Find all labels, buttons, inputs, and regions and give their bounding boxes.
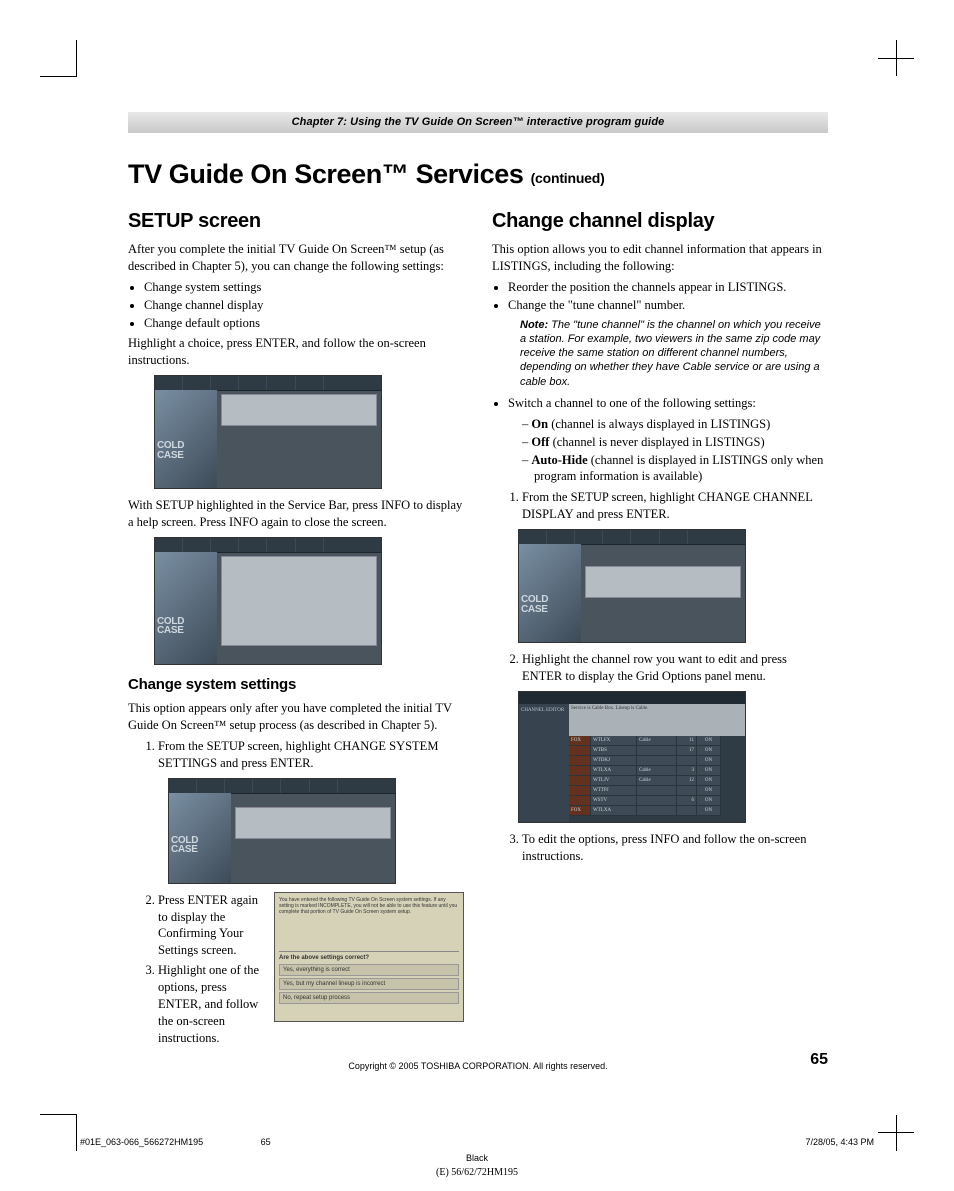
left-column: SETUP screen After you complete the init…: [128, 204, 464, 1051]
grid-row: WTLXACable3ON: [569, 766, 745, 776]
screenshot-confirm-settings: You have entered the following TV Guide …: [274, 892, 464, 1022]
setup-bullets: Change system settings Change channel di…: [128, 279, 464, 332]
change-system-intro: This option appears only after you have …: [128, 700, 464, 734]
bullet-item: Change default options: [144, 315, 464, 332]
title-continued: (continued): [531, 170, 605, 186]
bullet-item: Change system settings: [144, 279, 464, 296]
dash-item: Off (channel is never displayed in LISTI…: [522, 434, 828, 451]
chapter-bar: Chapter 7: Using the TV Guide On Screen™…: [128, 112, 828, 133]
change-channel-steps-2: Highlight the channel row you want to ed…: [492, 651, 828, 685]
dash-item: Auto-Hide (channel is displayed in LISTI…: [522, 452, 828, 486]
ss-label-cold-case: COLD CASE: [157, 617, 184, 636]
crop-mark-tr: [878, 40, 914, 76]
bullet-item: Change the "tune channel" number.: [508, 297, 828, 314]
step-item: Press ENTER again to display the Confirm…: [158, 892, 268, 960]
change-channel-steps-3: To edit the options, press INFO and foll…: [492, 831, 828, 865]
step-item: From the SETUP screen, highlight CHANGE …: [158, 738, 464, 772]
footer-black: Black: [80, 1153, 874, 1163]
setup-info-text: With SETUP highlighted in the Service Ba…: [128, 497, 464, 531]
confirm-option: Yes, everything is correct: [279, 964, 459, 976]
grid-row: WSTV6ON: [569, 796, 745, 806]
grid-row: WTLJVCable12ON: [569, 776, 745, 786]
ss-label-cold-case: COLD CASE: [157, 441, 184, 460]
grid-row: FOXWTLXAON: [569, 806, 745, 816]
footer-right: 7/28/05, 4:43 PM: [805, 1137, 874, 1147]
screenshot-setup-info: COLD CASE: [154, 537, 382, 665]
step-item: Highlight one of the options, press ENTE…: [158, 962, 268, 1046]
step-item: Highlight the channel row you want to ed…: [522, 651, 828, 685]
screenshot-channel-editor: COLD CASE: [518, 529, 746, 643]
screenshot-change-system: COLD CASE: [168, 778, 396, 884]
step-item: From the SETUP screen, highlight CHANGE …: [522, 489, 828, 523]
footer-left: #01E_063-066_566272HM195 65: [80, 1137, 271, 1147]
grid-row: WTDKJON: [569, 756, 745, 766]
confirm-option: No, repeat setup process: [279, 992, 459, 1004]
screenshot-grid-options: CHANNEL EDITOR Service is Cable Box. Lin…: [518, 691, 746, 823]
switch-options: On (channel is always displayed in LISTI…: [522, 416, 828, 486]
bullet-item: Reorder the position the channels appear…: [508, 279, 828, 296]
note-tune-channel: Note: The "tune channel" is the channel …: [520, 318, 828, 389]
footer-meta: #01E_063-066_566272HM195 65 7/28/05, 4:4…: [80, 1137, 874, 1147]
grid-row: FOXWTLFXCable11ON: [569, 736, 745, 746]
setup-intro: After you complete the initial TV Guide …: [128, 241, 464, 275]
ss-label-cold-case: COLD CASE: [521, 595, 548, 614]
grid-row: WTBS17ON: [569, 746, 745, 756]
page-title: TV Guide On Screen™ Services (continued): [128, 159, 828, 190]
ss-label-cold-case: COLD CASE: [171, 836, 198, 855]
page-number: 65: [810, 1051, 828, 1069]
step-item: To edit the options, press INFO and foll…: [522, 831, 828, 865]
grid-header: Service is Cable Box. Lineup is Cable.: [569, 704, 745, 736]
footer-model: (E) 56/62/72HM195: [80, 1167, 874, 1178]
note-text: The "tune channel" is the channel on whi…: [520, 319, 821, 388]
dash-item: On (channel is always displayed in LISTI…: [522, 416, 828, 433]
change-channel-heading: Change channel display: [492, 208, 828, 235]
change-channel-bullets: Reorder the position the channels appear…: [492, 279, 828, 314]
copyright: Copyright © 2005 TOSHIBA CORPORATION. Al…: [128, 1061, 828, 1071]
change-channel-bullets-2: Switch a channel to one of the following…: [492, 395, 828, 412]
note-label: Note:: [520, 319, 548, 331]
title-text: TV Guide On Screen™ Services: [128, 159, 531, 189]
setup-heading: SETUP screen: [128, 208, 464, 235]
grid-rows: FOXWTLFXCable11ONWTBS17ONWTDKJONWTLXACab…: [569, 736, 745, 822]
grid-row: WTTPJON: [569, 786, 745, 796]
confirm-option: Yes, but my channel lineup is incorrect: [279, 978, 459, 990]
setup-instruction: Highlight a choice, press ENTER, and fol…: [128, 335, 464, 369]
bullet-item: Switch a channel to one of the following…: [508, 395, 828, 412]
screenshot-setup-main: COLD CASE: [154, 375, 382, 489]
change-system-steps: From the SETUP screen, highlight CHANGE …: [128, 738, 464, 772]
bullet-item: Change channel display: [144, 297, 464, 314]
crop-mark-bl: [40, 1114, 77, 1151]
change-channel-steps: From the SETUP screen, highlight CHANGE …: [492, 489, 828, 523]
right-column: Change channel display This option allow…: [492, 204, 828, 1051]
change-system-heading: Change system settings: [128, 675, 464, 695]
change-channel-intro: This option allows you to edit channel i…: [492, 241, 828, 275]
crop-mark-tl: [40, 40, 77, 77]
change-system-steps-cont: Press ENTER again to display the Confirm…: [128, 892, 268, 1047]
confirm-question: Are the above settings correct?: [279, 951, 459, 962]
crop-mark-br: [878, 1115, 914, 1151]
